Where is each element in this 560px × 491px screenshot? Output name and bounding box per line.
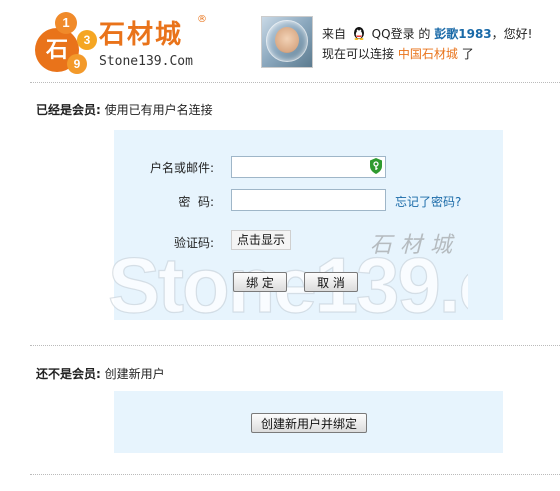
avatar — [261, 16, 313, 68]
captcha-label: 验证码: — [173, 236, 214, 250]
username-input[interactable] — [231, 156, 386, 178]
connect-prefix: 现在可以连接 — [322, 47, 395, 61]
welcome-line-1: 来自 QQ登录 的 彭歌1983，您好! — [322, 24, 532, 44]
logo-circle-3: 3 — [77, 30, 97, 50]
connect-suffix: 了 — [461, 47, 474, 61]
new-user-title: 还不是会员: — [36, 367, 101, 381]
member-title: 已经是会员: — [36, 103, 101, 117]
welcome-message: 来自 QQ登录 的 彭歌1983，您好! 现在可以连接 中国石材城 了 — [322, 24, 532, 64]
user-nickname[interactable]: 彭歌1983 — [434, 27, 491, 41]
qq-connect-page: 石 1 3 9 石材城 ® Stone139.Com 来自 QQ登录 的 彭歌1… — [0, 0, 560, 491]
qq-penguin-icon — [352, 26, 366, 40]
avatar-bubble — [266, 20, 308, 62]
bind-button[interactable]: 绑 定 — [233, 272, 287, 292]
qq-login-label: QQ登录 — [371, 27, 415, 41]
show-captcha-button[interactable]: 点击显示 — [231, 230, 291, 250]
welcome-suffix: ，您好! — [491, 27, 533, 41]
password-input[interactable] — [231, 189, 386, 211]
welcome-de: 的 — [418, 27, 431, 41]
welcome-line-2: 现在可以连接 中国石材城 了 — [322, 44, 532, 64]
new-user-subtitle: 创建新用户 — [104, 367, 165, 381]
logo-name-cn: 石材城 — [99, 20, 184, 50]
site-link[interactable]: 中国石材城 — [398, 47, 458, 61]
cancel-button[interactable]: 取 消 — [304, 272, 358, 292]
new-user-section-title: 还不是会员: 创建新用户 — [36, 365, 165, 382]
site-logo[interactable]: 石 1 3 9 石材城 ® Stone139.Com — [33, 10, 213, 76]
divider-top — [30, 82, 560, 83]
logo-name-en: Stone139.Com — [99, 54, 193, 69]
divider-middle — [30, 345, 560, 346]
divider-bottom — [30, 474, 560, 475]
create-and-bind-button[interactable]: 创建新用户并绑定 — [251, 413, 367, 433]
forgot-password-link[interactable]: 忘记了密码? — [395, 193, 461, 210]
shield-key-icon — [369, 158, 383, 174]
member-subtitle: 使用已有用户名连接 — [104, 103, 213, 117]
logo-circle-1: 1 — [55, 12, 77, 34]
welcome-prefix: 来自 — [322, 27, 347, 41]
member-section-title: 已经是会员: 使用已有用户名连接 — [36, 101, 213, 118]
logo-circle-9: 9 — [67, 54, 87, 74]
password-label: 密 码: — [178, 195, 214, 209]
registered-mark: ® — [197, 14, 207, 25]
username-label: 户名或邮件: — [149, 161, 214, 175]
